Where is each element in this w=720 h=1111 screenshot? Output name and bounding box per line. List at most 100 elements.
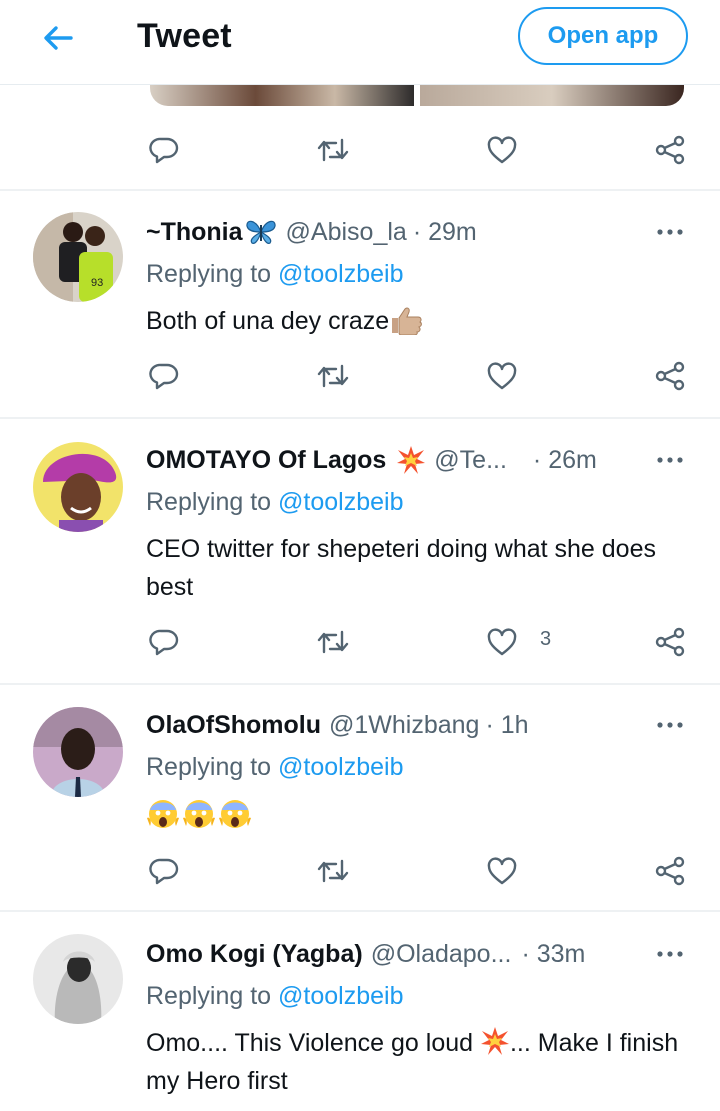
- avatar[interactable]: [33, 934, 123, 1024]
- like-icon: [487, 362, 517, 390]
- handle[interactable]: @Te...: [434, 446, 507, 475]
- share-icon: [655, 135, 685, 165]
- tweet-header: OlaOfShomolu @1Whizbang · 1h: [146, 709, 656, 741]
- back-button[interactable]: [36, 18, 80, 58]
- share-icon: [655, 627, 685, 657]
- like-button[interactable]: [482, 130, 522, 170]
- retweet-button[interactable]: [313, 130, 353, 170]
- collision-emoji: [480, 1027, 509, 1055]
- replying-prefix: Replying to: [146, 753, 279, 781]
- replying-to: Replying to @toolzbeib: [146, 753, 403, 782]
- like-count: 3: [540, 628, 552, 650]
- open-app-button[interactable]: Open app: [518, 7, 688, 65]
- replying-prefix: Replying to: [146, 260, 279, 288]
- share-button[interactable]: [650, 130, 690, 170]
- avatar-image: [33, 934, 123, 1024]
- avatar[interactable]: [33, 442, 123, 532]
- like-icon: [487, 136, 517, 164]
- reply-icon: [149, 858, 179, 885]
- tweet-actions: 3: [0, 622, 720, 662]
- share-button[interactable]: [650, 356, 690, 396]
- handle[interactable]: @Oladapo...: [371, 940, 512, 969]
- divider: [0, 417, 720, 419]
- mention-link[interactable]: @toolzbeib: [278, 982, 403, 1010]
- avatar-image: [33, 442, 123, 532]
- handle[interactable]: @Abiso_la: [286, 218, 407, 247]
- butterfly-emoji: [245, 220, 276, 244]
- more-icon: [657, 951, 683, 957]
- tweet-text: [146, 795, 686, 833]
- previous-tweet-media[interactable]: [150, 84, 684, 106]
- handle[interactable]: @1Whizbang: [329, 711, 479, 740]
- previous-tweet-actions: [0, 130, 720, 170]
- reply-button[interactable]: [144, 356, 184, 396]
- like-icon: [487, 628, 517, 656]
- share-button[interactable]: [650, 622, 690, 662]
- tweet-actions: [0, 356, 720, 396]
- retweet-icon: [317, 630, 349, 654]
- display-name[interactable]: OlaOfShomolu: [146, 711, 321, 740]
- tweet-text: Both of una dey craze: [146, 302, 686, 340]
- screaming-face-emoji: [183, 800, 215, 828]
- thumbs-up-emoji: [392, 307, 423, 335]
- more-options-button[interactable]: [652, 713, 688, 737]
- display-name[interactable]: ~Thonia: [146, 218, 243, 247]
- replying-prefix: Replying to: [146, 488, 279, 516]
- svg-text:93: 93: [91, 277, 103, 289]
- retweet-button[interactable]: [313, 356, 353, 396]
- retweet-icon: [317, 138, 349, 162]
- timestamp[interactable]: · 26m: [533, 446, 597, 475]
- reply-button[interactable]: [144, 622, 184, 662]
- like-button[interactable]: [482, 851, 522, 891]
- top-bar: Tweet Open app: [0, 0, 720, 85]
- mention-link[interactable]: @toolzbeib: [278, 260, 403, 288]
- share-button[interactable]: [650, 851, 690, 891]
- tweet-actions: [0, 851, 720, 891]
- timestamp[interactable]: · 1h: [485, 711, 528, 740]
- more-icon: [657, 229, 683, 235]
- display-name[interactable]: OMOTAYO Of Lagos: [146, 446, 386, 475]
- retweet-button[interactable]: [313, 622, 353, 662]
- tweet-header: OMOTAYO Of Lagos @Te... · 26m: [146, 444, 656, 476]
- timestamp[interactable]: · 33m: [521, 940, 585, 969]
- divider: [0, 189, 720, 191]
- replying-to: Replying to @toolzbeib: [146, 260, 403, 289]
- tweet-text-part1: Omo.... This Violence go loud: [146, 1029, 480, 1057]
- more-options-button[interactable]: [652, 448, 688, 472]
- replying-to: Replying to @toolzbeib: [146, 982, 403, 1011]
- mention-link[interactable]: @toolzbeib: [278, 753, 403, 781]
- more-options-button[interactable]: [652, 220, 688, 244]
- reply-icon: [149, 629, 179, 656]
- screaming-face-emoji: [147, 800, 179, 828]
- timestamp[interactable]: · 29m: [413, 218, 477, 247]
- avatar-image: [33, 707, 123, 797]
- divider: [0, 910, 720, 912]
- tweet-text-content: Both of una dey craze: [146, 307, 390, 335]
- replying-to: Replying to @toolzbeib: [146, 488, 403, 517]
- more-options-button[interactable]: [652, 942, 688, 966]
- share-icon: [655, 856, 685, 886]
- reply-icon: [149, 137, 179, 164]
- page-title: Tweet: [137, 17, 232, 55]
- more-icon: [657, 722, 683, 728]
- screaming-face-emoji: [219, 800, 251, 828]
- retweet-icon: [317, 859, 349, 883]
- more-icon: [657, 457, 683, 463]
- reply-button[interactable]: [144, 851, 184, 891]
- avatar[interactable]: [33, 707, 123, 797]
- divider: [0, 683, 720, 685]
- mention-link[interactable]: @toolzbeib: [278, 488, 403, 516]
- avatar-image: 93: [33, 212, 123, 302]
- reply-button[interactable]: [144, 130, 184, 170]
- back-arrow-icon: [44, 26, 73, 50]
- like-button[interactable]: [482, 622, 522, 662]
- display-name[interactable]: Omo Kogi (Yagba): [146, 940, 363, 969]
- tweet-text: Omo.... This Violence go loud ... Make I…: [146, 1024, 686, 1100]
- like-button[interactable]: [482, 356, 522, 396]
- share-icon: [655, 361, 685, 391]
- tweet-header: ~Thonia @Abiso_la · 29m: [146, 216, 656, 248]
- like-icon: [487, 857, 517, 885]
- avatar[interactable]: 93: [33, 212, 123, 302]
- retweet-icon: [317, 364, 349, 388]
- retweet-button[interactable]: [313, 851, 353, 891]
